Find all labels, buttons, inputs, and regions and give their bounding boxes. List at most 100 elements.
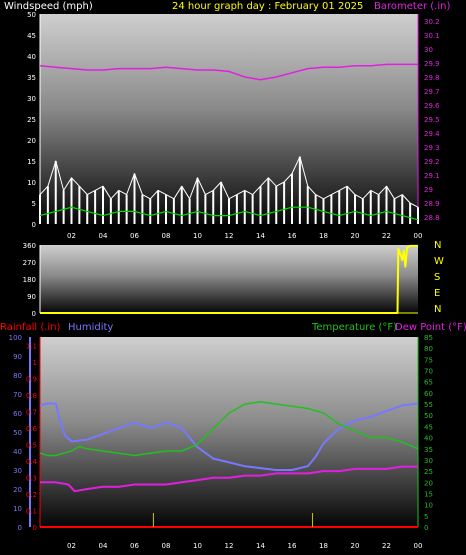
wind-y-tick-label: 25 — [27, 116, 36, 124]
temperature-y-tick-label: 70 — [424, 368, 433, 376]
wind-x-tick-label: 02 — [67, 232, 76, 240]
temperature-y-tick-label: 30 — [424, 457, 433, 465]
rain-humidity-x-tick-label: 00 — [414, 542, 423, 550]
barometer-y-tick-label: 28.8 — [424, 214, 440, 222]
barometer-y-tick-label: 30.1 — [424, 32, 440, 40]
wind-y-tick-label: 20 — [27, 137, 36, 145]
rainfall-y-tick-label: 0.7 — [26, 408, 37, 416]
rain-humidity-plot-area — [40, 337, 418, 527]
rainfall-y-tick-label: 0.3 — [26, 474, 37, 482]
wind-x-tick-label: 20 — [351, 232, 360, 240]
rainfall-y-tick-label: 0.2 — [26, 491, 37, 499]
barometer-y-tick-label: 28.9 — [424, 200, 440, 208]
barometer-y-tick-label: 29.5 — [424, 116, 440, 124]
direction-y-tick-label: 270 — [23, 259, 36, 267]
wind-direction-panel: 090180270360 NWSEN — [23, 240, 444, 318]
wind-x-tick-label: 00 — [414, 232, 423, 240]
rain-humidity-x-tick-label: 08 — [162, 542, 171, 550]
temperature-y-tick-label: 15 — [424, 490, 433, 498]
rain-humidity-x-tick-label: 12 — [225, 542, 234, 550]
humidity-y-tick-label: 0 — [18, 524, 22, 532]
rain-humidity-x-tick-label: 20 — [351, 542, 360, 550]
barometer-y-tick-label: 29 — [424, 186, 433, 194]
rainfall-y-tick-label: 0.9 — [26, 375, 37, 383]
temperature-y-tick-label: 35 — [424, 446, 433, 454]
wind-y-tick-label: 10 — [27, 179, 36, 187]
temperature-y-tick-label: 60 — [424, 390, 433, 398]
rain-humidity-x-tick-label: 06 — [130, 542, 139, 550]
wind-x-tick-label: 10 — [193, 232, 202, 240]
wind-y-tick-label: 40 — [27, 53, 36, 61]
temperature-y-tick-label: 25 — [424, 468, 433, 476]
wind-x-tick-label: 08 — [162, 232, 171, 240]
wind-x-tick-label: 22 — [382, 232, 391, 240]
rainfall-y-tick-label: 0.5 — [26, 441, 37, 449]
wind-x-tick-label: 18 — [319, 232, 328, 240]
barometer-y-tick-label: 30.2 — [424, 18, 440, 26]
rainfall-y-tick-label: 1.1 — [26, 342, 37, 350]
barometer-y-tick-label: 29.3 — [424, 144, 440, 152]
compass-label: E — [434, 288, 440, 299]
humidity-y-tick-label: 30 — [13, 467, 22, 475]
barometer-y-tick-label: 29.4 — [424, 130, 440, 138]
barometer-y-tick-label: 29.1 — [424, 172, 440, 180]
weather-graph-svg: Windspeed (mph) 24 hour graph day : Febr… — [0, 1, 466, 550]
humidity-y-tick-label: 50 — [13, 429, 22, 437]
weather-graph-page: Windspeed (mph) 24 hour graph day : Febr… — [0, 0, 466, 555]
wind-x-tick-label: 16 — [288, 232, 297, 240]
temperature-y-tick-label: 20 — [424, 479, 433, 487]
humidity-y-tick-label: 90 — [13, 353, 22, 361]
temperature-y-tick-label: 80 — [424, 345, 433, 353]
rainfall-y-tick-label: 0.8 — [26, 392, 37, 400]
rainfall-y-tick-label: 0.6 — [26, 425, 38, 433]
barometer-y-tick-label: 29.7 — [424, 88, 440, 96]
compass-label: W — [434, 256, 444, 267]
direction-y-tick-label: 0 — [32, 310, 36, 318]
humidity-y-tick-label: 100 — [9, 334, 22, 342]
rain-humidity-x-tick-label: 16 — [288, 542, 297, 550]
temperature-y-tick-label: 55 — [424, 401, 433, 409]
temperature-y-tick-label: 85 — [424, 334, 433, 342]
graph-title: 24 hour graph day : February 01 2025 — [172, 1, 363, 12]
rainfall-y-tick-label: 0.1 — [26, 507, 37, 515]
rainfall-y-tick-label: 1 — [33, 359, 37, 367]
wind-y-tick-label: 0 — [32, 221, 36, 229]
direction-y-tick-label: 180 — [23, 276, 36, 284]
temperature-y-tick-label: 0 — [424, 524, 428, 532]
rain-humidity-x-tick-label: 14 — [256, 542, 265, 550]
wind-y-tick-label: 50 — [27, 11, 36, 19]
temperature-y-tick-label: 5 — [424, 513, 428, 521]
temperature-y-tick-label: 75 — [424, 356, 433, 364]
rain-humidity-temperature-panel: 010203040506070809010000.10.20.30.40.50.… — [9, 334, 433, 550]
rain-humidity-x-tick-label: 22 — [382, 542, 391, 550]
rain-humidity-x-tick-label: 18 — [319, 542, 328, 550]
temperature-y-tick-label: 10 — [424, 502, 433, 510]
wind-x-tick-label: 12 — [225, 232, 234, 240]
humidity-y-tick-label: 20 — [13, 486, 22, 494]
rainfall-y-tick-label: 0 — [33, 524, 37, 532]
humidity-y-tick-label: 70 — [13, 391, 22, 399]
dewpoint-axis-label: Dew Point (°F) — [395, 322, 466, 333]
wind-y-tick-label: 5 — [32, 200, 36, 208]
barometer-y-tick-label: 29.9 — [424, 60, 440, 68]
windspeed-axis-label: Windspeed (mph) — [4, 1, 93, 12]
humidity-axis-label: Humidity — [68, 322, 113, 333]
barometer-y-tick-label: 29.2 — [424, 158, 440, 166]
wind-barometer-panel: 0 5 10 15 20 25 30 35 40 45 50 28.8 28.9 29 29.1 29.2 29… — [27, 11, 440, 240]
direction-y-tick-label: 360 — [23, 242, 36, 250]
temperature-axis-label: Temperature (°F) — [311, 322, 397, 333]
direction-plot-area — [40, 245, 418, 313]
wind-y-tick-label: 15 — [27, 158, 36, 166]
wind-y-tick-label: 45 — [27, 32, 36, 40]
barometer-axis-label: Barometer (.in) — [374, 1, 450, 12]
barometer-y-tick-label: 30 — [424, 46, 433, 54]
compass-label: N — [434, 240, 441, 251]
temperature-y-tick-label: 40 — [424, 435, 433, 443]
wind-plot-area — [40, 14, 418, 224]
rainfall-axis-label: Rainfall (.in) — [0, 322, 61, 333]
temperature-y-tick-label: 45 — [424, 423, 433, 431]
temperature-y-tick-label: 65 — [424, 379, 433, 387]
rain-humidity-x-tick-label: 10 — [193, 542, 202, 550]
wind-y-tick-label: 35 — [27, 74, 36, 82]
compass-label: N — [434, 304, 441, 315]
